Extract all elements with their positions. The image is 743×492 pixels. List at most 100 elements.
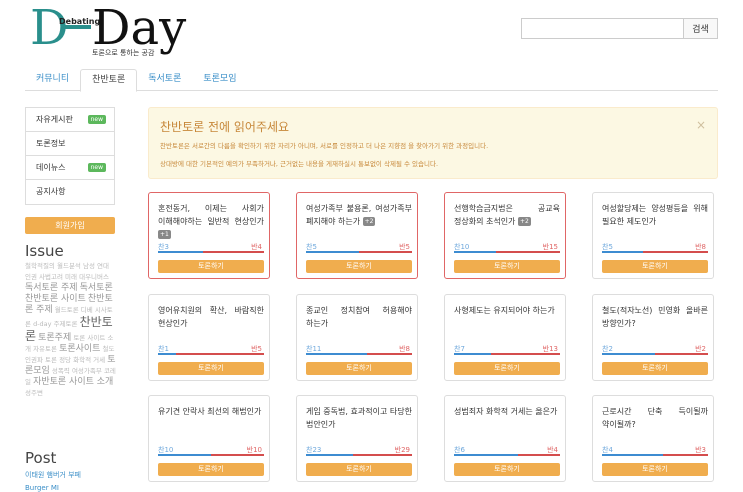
search-button[interactable]: 검색: [683, 18, 718, 39]
tab-pro-con-debate[interactable]: 찬반토론: [80, 69, 138, 92]
debate-button[interactable]: 토론하기: [454, 260, 560, 273]
debate-card: 종교인 정치참여 허용해야 하는가 찬11 반8 토론하기: [296, 294, 418, 381]
vote-ratio-bar: [158, 251, 264, 253]
debate-question[interactable]: 영어유치원의 확산, 바람직한 현상인가: [158, 304, 264, 330]
tag-link[interactable]: 인권파: [25, 356, 43, 364]
post-link[interactable]: Burger MI: [25, 484, 59, 492]
sidebar-item[interactable]: 자유게시판 new: [26, 108, 114, 132]
tag-link[interactable]: 독서토론: [80, 283, 113, 293]
tab-reading-debate[interactable]: 독서토론: [137, 69, 192, 91]
tab-community[interactable]: 커뮤니티: [25, 69, 80, 91]
tag-link[interactable]: 거세: [93, 356, 105, 364]
sidebar-item[interactable]: 데이뉴스 new: [26, 156, 114, 180]
sidebar-menu: 자유게시판 new 토론정보데이뉴스 new 공지사항: [25, 107, 115, 205]
tag-link[interactable]: 토론: [73, 334, 85, 342]
tag-link[interactable]: 인권: [25, 273, 37, 281]
tag-link[interactable]: 주제토론: [54, 320, 78, 328]
tag-link[interactable]: 대우니버스: [79, 273, 109, 281]
debate-button[interactable]: 토론하기: [602, 463, 708, 476]
tab-debate-meetup[interactable]: 토론모임: [192, 69, 247, 91]
debate-question[interactable]: 종교인 정치참여 허용해야 하는가: [306, 304, 412, 330]
close-icon[interactable]: ×: [696, 118, 706, 132]
sidebar-item-label: 공지사항: [36, 187, 66, 196]
debate-question[interactable]: 사형제도는 유지되어야 하는가: [454, 304, 560, 317]
debate-question-text: 여성할당제는 양성평등을 위해 필요한 제도인가: [602, 204, 708, 226]
search-input[interactable]: [521, 18, 683, 39]
new-badge: new: [87, 163, 106, 172]
debate-question[interactable]: 근로시간 단축 득이될까 약이될까?: [602, 405, 708, 431]
debate-question[interactable]: 철도(적자노선) 민영화 올바른 방향인가?: [602, 304, 708, 330]
tag-link[interactable]: 성주변: [25, 389, 43, 397]
tag-link[interactable]: 철학적질의: [25, 262, 55, 270]
tag-link[interactable]: 토론사이트: [59, 344, 100, 354]
tag-link[interactable]: 미래: [65, 273, 77, 281]
logo-word-day: Day: [92, 0, 187, 56]
debate-button[interactable]: 토론하기: [602, 362, 708, 375]
debate-button[interactable]: 토론하기: [602, 260, 708, 273]
tag-link[interactable]: 사법고려: [39, 273, 63, 281]
tag-link[interactable]: 월드토론: [55, 306, 79, 314]
debate-question[interactable]: 선행학습금지법은 공교육 정상화의 초석인가 +2: [454, 202, 560, 228]
issue-heading: Issue: [25, 242, 64, 260]
debate-card: 근로시간 단축 득이될까 약이될까? 찬4 반3 토론하기: [592, 395, 714, 482]
debate-button[interactable]: 토론하기: [158, 463, 264, 476]
debate-button[interactable]: 토론하기: [158, 362, 264, 375]
tag-link[interactable]: 정당: [59, 356, 71, 364]
tag-link[interactable]: 성폭력: [52, 367, 70, 375]
sidebar-item-label: 토론정보: [36, 139, 66, 148]
tag-link[interactable]: 철도: [103, 345, 115, 353]
tag-link[interactable]: 사이트: [87, 334, 105, 342]
alert-line-1: 찬반토론은 서로간의 다름을 확인하기 위한 자리가 아니며, 서로를 인정하고…: [160, 142, 489, 150]
vote-ratio-bar: [602, 454, 708, 456]
join-button[interactable]: 회원가입: [25, 217, 115, 234]
tag-link[interactable]: d-day: [33, 320, 51, 328]
alert-title: 찬반토론 전에 읽어주세요: [160, 120, 290, 134]
debate-question[interactable]: 여성할당제는 양성평등을 위해 필요한 제도인가: [602, 202, 708, 228]
debate-button[interactable]: 토론하기: [158, 260, 264, 273]
tag-link[interactable]: 독서토론 주제: [25, 283, 78, 293]
debate-button[interactable]: 토론하기: [454, 362, 560, 375]
vote-ratio-bar: [306, 251, 412, 253]
debate-question[interactable]: 여성가족부 불용론, 여성가족부 폐지해야 하는가 +2: [306, 202, 412, 228]
debate-card: 게임 중독법, 효과적이고 타당한 법안인가 찬23 반29 토론하기: [296, 395, 418, 482]
vote-ratio-bar: [158, 353, 264, 355]
tag-link[interactable]: 토론: [45, 356, 57, 364]
tag-link[interactable]: 자유토론: [33, 345, 57, 353]
debate-button[interactable]: 토론하기: [306, 362, 412, 375]
debate-card: 사형제도는 유지되어야 하는가 찬7 반13 토론하기: [444, 294, 566, 381]
debate-button[interactable]: 토론하기: [454, 463, 560, 476]
vote-ratio-bar: [158, 454, 264, 456]
sidebar-item[interactable]: 토론정보: [26, 132, 114, 156]
comment-count-badge: +2: [517, 217, 531, 226]
debate-question-text: 영어유치원의 확산, 바람직한 현상인가: [158, 306, 264, 328]
new-badge: new: [87, 115, 106, 124]
vote-ratio-pro-fill: [454, 251, 497, 253]
tag-link[interactable]: 토론주제: [38, 333, 71, 343]
tag-link[interactable]: 찬반토론 사이트: [25, 294, 86, 304]
vote-ratio-bar: [306, 353, 412, 355]
tag-link[interactable]: 디베: [81, 306, 93, 314]
debate-question-text: 철도(적자노선) 민영화 올바른 방향인가?: [602, 306, 708, 328]
tag-link[interactable]: 화학적: [73, 356, 91, 364]
debate-button[interactable]: 토론하기: [306, 260, 412, 273]
debate-card: 여성할당제는 양성평등을 위해 필요한 제도인가 찬5 반8 토론하기: [592, 192, 714, 279]
site-logo[interactable]: D Debating Day 토론으로 통하는 공감: [30, 2, 200, 60]
tag-link[interactable]: 연대: [97, 262, 109, 270]
tag-link[interactable]: 자반토론 사이트 소개: [33, 377, 113, 387]
debate-question[interactable]: 성범죄자 화학적 거세는 옳은가: [454, 405, 560, 418]
tag-link[interactable]: 월드분석: [57, 262, 81, 270]
debate-question-text: 선행학습금지법은 공교육 정상화의 초석인가: [454, 204, 560, 226]
debate-question[interactable]: 유기견 안락사 최선의 해법인가: [158, 405, 264, 418]
post-heading: Post: [25, 449, 57, 467]
vote-ratio-bar: [454, 353, 560, 355]
debate-question[interactable]: 혼전동거, 이제는 사회가 이해해야하는 일반적 현상인가 +1: [158, 202, 264, 241]
debate-question[interactable]: 게임 중독법, 효과적이고 타당한 법안인가: [306, 405, 412, 431]
vote-ratio-pro-fill: [306, 353, 368, 355]
debate-button[interactable]: 토론하기: [306, 463, 412, 476]
vote-ratio-bar: [602, 251, 708, 253]
vote-ratio-bar: [306, 454, 412, 456]
tag-link[interactable]: 여성가족부: [72, 367, 102, 375]
post-link[interactable]: 이태원 햄버거 부페: [25, 470, 81, 480]
sidebar-item[interactable]: 공지사항: [26, 180, 114, 204]
tag-link[interactable]: 남성: [83, 262, 95, 270]
